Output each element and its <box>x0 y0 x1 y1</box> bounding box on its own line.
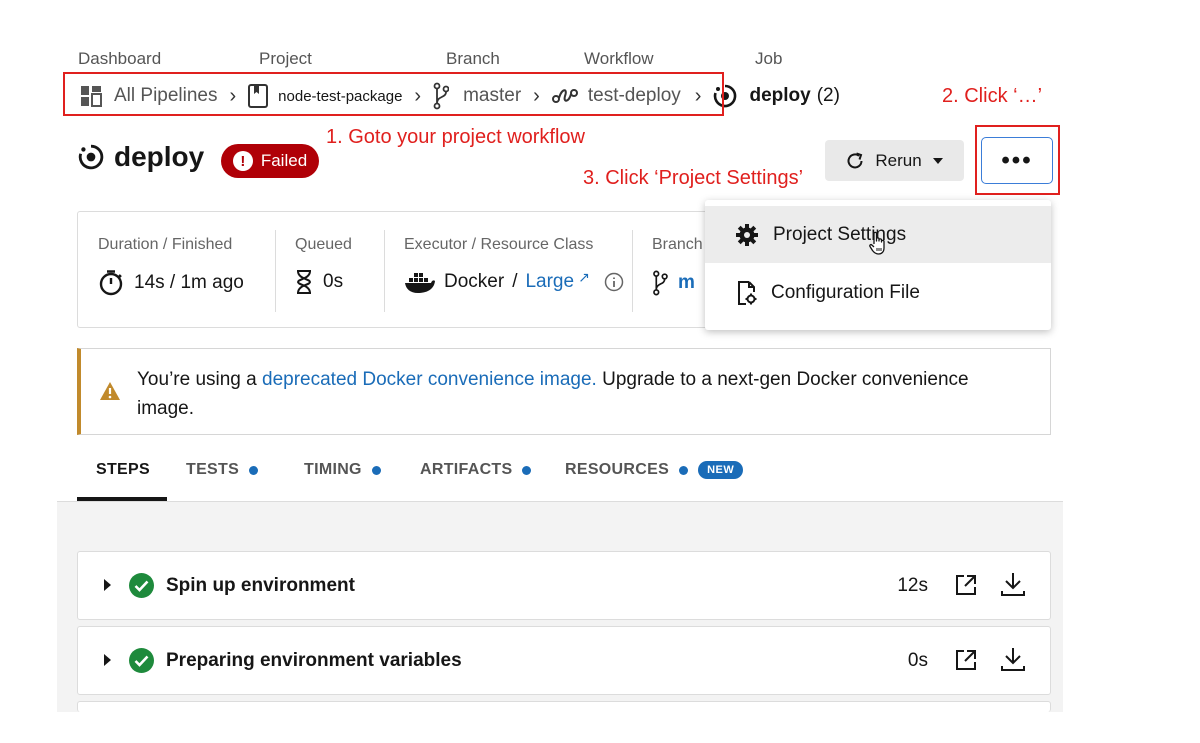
hourglass-icon <box>295 270 313 294</box>
breadcrumb-job-count: (2) <box>816 85 840 106</box>
step-row[interactable]: Spin up environment 12s <box>77 551 1051 620</box>
breadcrumb-label-branch: Branch <box>446 49 500 68</box>
active-tab-underline <box>77 497 167 501</box>
tab-indicator-dot <box>522 465 532 475</box>
queued-column: Queued 0s <box>295 236 352 294</box>
duration-value: 14s / 1m ago <box>134 272 244 293</box>
tab-label: TESTS <box>186 461 240 478</box>
branch-icon <box>652 270 668 296</box>
page-title: deploy <box>78 141 204 173</box>
rerun-button[interactable]: Rerun <box>825 140 964 181</box>
divider <box>275 230 276 312</box>
branch-value[interactable]: m <box>678 272 695 294</box>
deprecated-image-link[interactable]: deprecated Docker convenience image. <box>262 369 597 390</box>
expand-arrow-icon[interactable] <box>104 579 111 591</box>
status-badge-label: Failed <box>260 151 308 170</box>
branch-column: Branch m <box>652 236 703 296</box>
rerun-label: Rerun <box>875 150 922 170</box>
job-title: deploy <box>114 141 205 172</box>
new-badge: NEW <box>698 461 744 479</box>
tab-label: STEPS <box>96 461 150 478</box>
exclamation-icon: ! <box>232 151 253 171</box>
resource-class-link[interactable]: Large <box>525 271 574 293</box>
tab-indicator-dot <box>371 465 381 475</box>
step-row[interactable]: Preparing environment variables 0s <box>77 626 1051 695</box>
warning-icon <box>99 381 121 406</box>
tab-indicator-dot <box>679 465 689 475</box>
stopwatch-icon <box>98 270 124 296</box>
step-name: Preparing environment variables <box>166 650 462 671</box>
more-options-menu: Project Settings Configuration File <box>705 200 1051 330</box>
menu-item-configuration-file[interactable]: Configuration File <box>705 264 1051 321</box>
docker-icon <box>404 270 436 294</box>
divider <box>632 230 633 312</box>
annotation-step-3: 3. Click ‘Project Settings’ <box>583 167 804 189</box>
step-row-partial <box>77 701 1051 712</box>
config-file-icon <box>735 280 757 306</box>
breadcrumb-job[interactable]: deploy <box>749 85 810 107</box>
deprecation-banner: You’re using a deprecated Docker conveni… <box>77 348 1051 435</box>
tab-label: RESOURCES <box>565 461 670 478</box>
duration-column: Duration / Finished 14s / 1m ago <box>98 236 244 296</box>
annotation-step-1: 1. Goto your project workflow <box>326 126 585 148</box>
caret-down-icon <box>932 157 944 165</box>
check-circle-icon <box>129 573 154 598</box>
open-external-icon[interactable] <box>954 573 978 602</box>
banner-prefix: You’re using a <box>137 369 263 390</box>
tab-label: TIMING <box>304 461 362 478</box>
menu-item-label: Configuration File <box>771 281 920 303</box>
job-info-card: Duration / Finished 14s / 1m ago Queued … <box>77 211 797 328</box>
tab-label: ARTIFACTS <box>420 461 513 478</box>
step-name: Spin up environment <box>166 575 355 596</box>
breadcrumb-label-project: Project <box>259 49 312 68</box>
tab-artifacts[interactable]: ARTIFACTS <box>420 461 532 479</box>
tab-tests[interactable]: TESTS <box>186 461 259 479</box>
gear-icon <box>735 223 759 247</box>
info-icon[interactable] <box>604 272 624 292</box>
refresh-icon <box>845 151 865 171</box>
queued-label: Queued <box>295 236 352 253</box>
external-link-icon: ↗ <box>578 268 590 285</box>
tab-timing[interactable]: TIMING <box>304 461 381 479</box>
breadcrumb-label-dashboard: Dashboard <box>78 49 162 68</box>
open-external-icon[interactable] <box>954 648 978 677</box>
executor-value: Docker <box>444 271 505 292</box>
queued-value: 0s <box>323 271 344 292</box>
download-icon[interactable] <box>1000 571 1026 602</box>
step-duration: 12s <box>897 575 928 596</box>
tab-steps[interactable]: STEPS <box>96 461 150 479</box>
download-icon[interactable] <box>1000 646 1026 677</box>
executor-separator: / <box>512 271 518 292</box>
expand-arrow-icon[interactable] <box>104 654 111 666</box>
executor-label: Executor / Resource Class <box>404 236 594 253</box>
executor-column: Executor / Resource Class Docker / Large… <box>404 236 624 294</box>
duration-label: Duration / Finished <box>98 236 233 253</box>
more-options-button[interactable]: ••• <box>981 137 1053 184</box>
banner-message: You’re using a deprecated Docker conveni… <box>137 365 1017 423</box>
breadcrumb-label-job: Job <box>755 49 783 68</box>
divider <box>384 230 385 312</box>
tab-resources[interactable]: RESOURCES NEW <box>565 461 744 479</box>
step-duration: 0s <box>907 650 928 671</box>
annotation-box-breadcrumb <box>63 72 724 116</box>
hand-cursor-icon <box>868 230 890 261</box>
check-circle-icon <box>129 648 154 673</box>
job-icon <box>78 144 104 170</box>
branch-label: Branch <box>652 236 703 253</box>
status-badge: ! Failed <box>221 144 319 178</box>
tab-indicator-dot <box>249 465 259 475</box>
breadcrumb-label-workflow: Workflow <box>584 49 654 68</box>
annotation-step-2: 2. Click ‘…’ <box>942 85 1043 107</box>
